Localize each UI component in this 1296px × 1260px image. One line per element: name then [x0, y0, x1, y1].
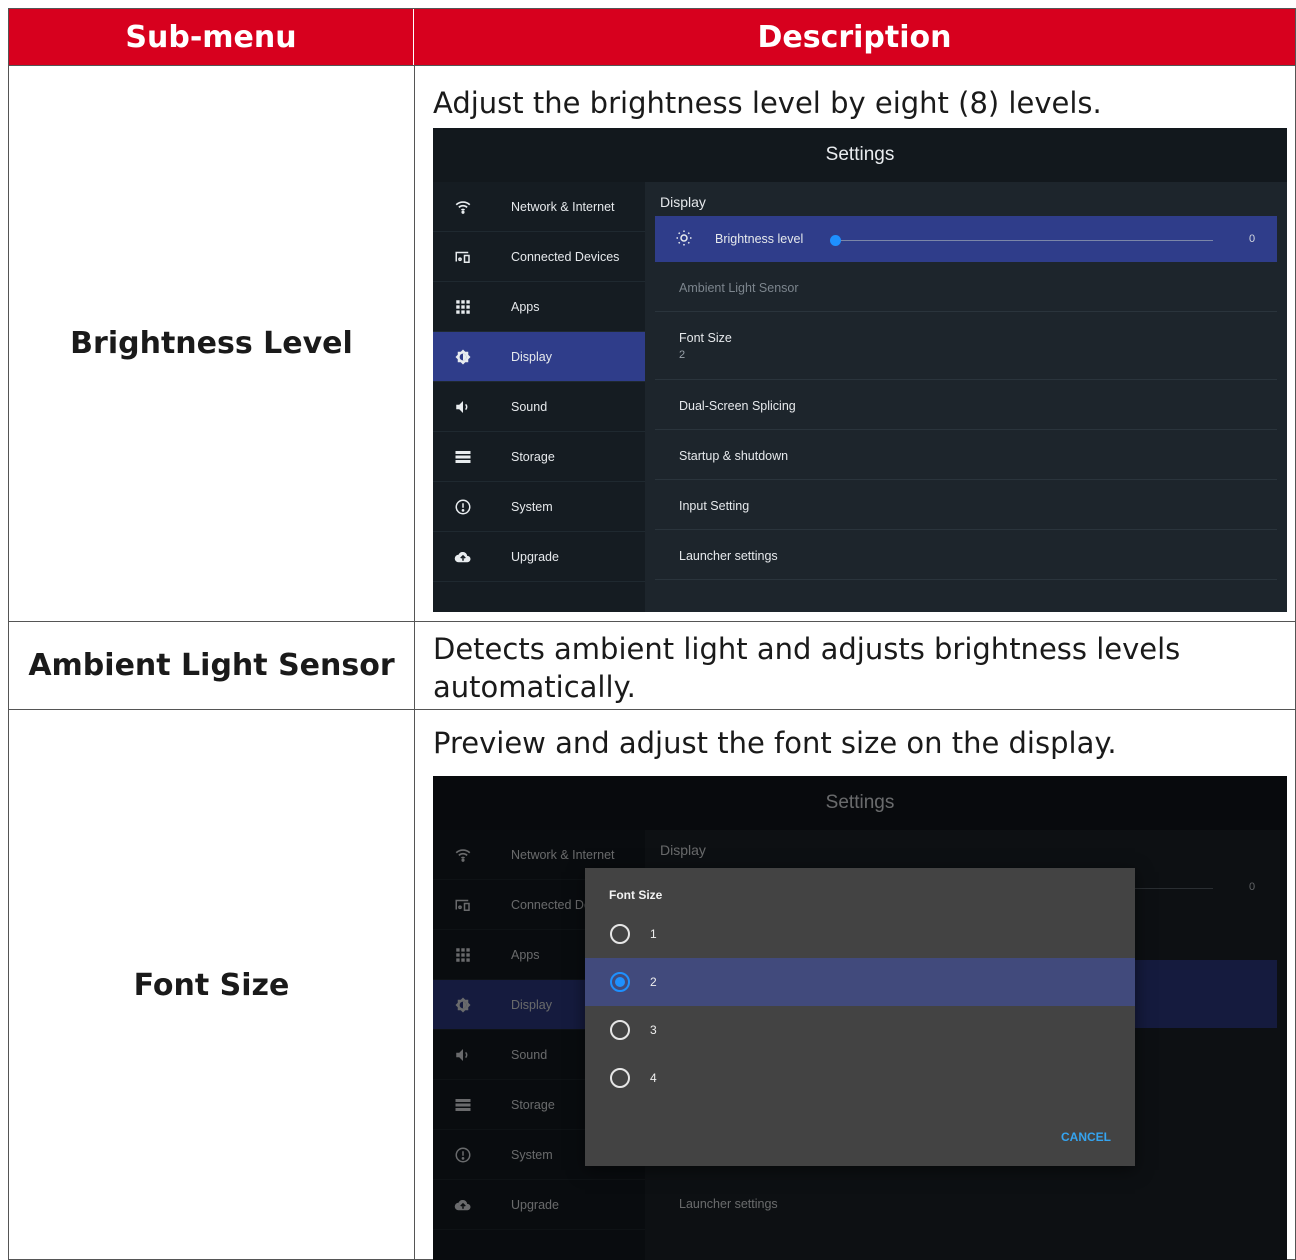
- sidebar-item-connected-devices[interactable]: Connected Devices: [433, 232, 645, 282]
- radio-button-selected[interactable]: [610, 972, 630, 992]
- input-setting-row[interactable]: Input Setting: [655, 480, 1277, 530]
- table-header: Sub-menu Description: [9, 9, 1295, 65]
- sidebar-item-label: Display: [511, 349, 552, 364]
- font-size-dialog: Font Size 1 2 3 4 CANCEL: [585, 868, 1135, 1166]
- font-size-option-1[interactable]: 1: [585, 910, 1135, 958]
- dialog-title: Font Size: [609, 888, 663, 902]
- ambient-light-sensor-label: Ambient Light Sensor: [679, 281, 799, 295]
- brightness-label: Brightness level: [715, 232, 804, 246]
- cancel-button[interactable]: CANCEL: [1061, 1130, 1111, 1144]
- font-size-option-4[interactable]: 4: [585, 1054, 1135, 1102]
- sidebar-item-display[interactable]: Display: [433, 332, 645, 382]
- sidebar-item-label: Upgrade: [511, 549, 559, 564]
- description-text: Preview and adjust the font size on the …: [433, 726, 1117, 760]
- option-label: 2: [650, 975, 657, 989]
- option-label: 3: [650, 1023, 657, 1037]
- info-circle-icon: [433, 482, 493, 532]
- sidebar-item-network[interactable]: Network & Internet: [433, 182, 645, 232]
- sidebar-item-label: Connected Devices: [511, 249, 620, 264]
- submenu-name: Font Size: [133, 968, 290, 1003]
- font-size-option-2[interactable]: 2: [585, 958, 1135, 1006]
- description-text: Adjust the brightness level by eight (8)…: [433, 86, 1102, 120]
- sun-icon: [675, 229, 693, 247]
- cell-submenu: Font Size: [9, 710, 415, 1260]
- header-submenu: Sub-menu: [9, 9, 414, 65]
- sidebar-item-label: Network & Internet: [511, 199, 615, 214]
- apps-grid-icon: [433, 282, 493, 332]
- sidebar-item-label: Storage: [511, 449, 555, 464]
- option-label: 1: [650, 927, 657, 941]
- display-brightness-icon: [433, 332, 493, 382]
- radio-button[interactable]: [610, 1020, 630, 1040]
- ambient-light-sensor-row[interactable]: Ambient Light Sensor: [655, 262, 1277, 312]
- submenu-name: Brightness Level: [70, 326, 353, 361]
- sidebar-item-storage[interactable]: Storage: [433, 432, 645, 482]
- settings-content: Display Brightness level 0 Ambient Light…: [645, 182, 1287, 612]
- description-text: Detects ambient light and adjusts bright…: [433, 632, 1181, 704]
- table-row-ambient: Ambient Light Sensor Detects ambient lig…: [9, 621, 1295, 709]
- radio-button[interactable]: [610, 924, 630, 944]
- settings-title: Settings: [433, 128, 1287, 182]
- sidebar-item-label: System: [511, 499, 553, 514]
- header-description: Description: [757, 19, 952, 55]
- speaker-icon: [433, 382, 493, 432]
- settings-screenshot-font-size: Settings Network & Internet Connected De…: [433, 776, 1287, 1260]
- table-row-brightness: Brightness Level Adjust the brightness l…: [9, 65, 1295, 621]
- sidebar-item-sound[interactable]: Sound: [433, 382, 645, 432]
- cell-submenu: Ambient Light Sensor: [9, 622, 415, 709]
- font-size-value: 2: [679, 349, 686, 361]
- sidebar-item-apps[interactable]: Apps: [433, 282, 645, 332]
- cloud-upload-icon: [433, 532, 493, 582]
- section-title: Display: [660, 194, 706, 210]
- brightness-slider-knob[interactable]: [830, 235, 841, 246]
- option-label: 4: [650, 1071, 657, 1085]
- cell-submenu: Brightness Level: [9, 66, 415, 621]
- input-setting-label: Input Setting: [679, 499, 750, 513]
- sidebar-item-upgrade[interactable]: Upgrade: [433, 532, 645, 582]
- sidebar-item-label: Sound: [511, 399, 548, 414]
- radio-button[interactable]: [610, 1068, 630, 1088]
- font-size-row[interactable]: Font Size 2: [655, 312, 1277, 380]
- wifi-icon: [433, 182, 493, 232]
- launcher-settings-row[interactable]: Launcher settings: [655, 530, 1277, 580]
- settings-screenshot-brightness: Settings Network & Internet Connected De…: [433, 128, 1287, 612]
- sidebar-item-system[interactable]: System: [433, 482, 645, 532]
- submenu-table: Sub-menu Description Brightness Level Ad…: [8, 8, 1296, 1260]
- font-size-label: Font Size: [679, 331, 732, 345]
- launcher-settings-label: Launcher settings: [679, 549, 778, 563]
- settings-sidebar: Network & Internet Connected Devices App…: [433, 182, 645, 612]
- startup-shutdown-row[interactable]: Startup & shutdown: [655, 430, 1277, 480]
- devices-icon: [433, 232, 493, 282]
- brightness-level-row[interactable]: Brightness level 0: [655, 216, 1277, 262]
- brightness-slider[interactable]: [833, 240, 1213, 241]
- brightness-value: 0: [1249, 233, 1256, 245]
- dual-screen-splicing-label: Dual-Screen Splicing: [679, 399, 796, 413]
- dual-screen-splicing-row[interactable]: Dual-Screen Splicing: [655, 380, 1277, 430]
- submenu-name: Ambient Light Sensor: [28, 648, 395, 683]
- startup-shutdown-label: Startup & shutdown: [679, 449, 789, 463]
- table-row-font-size: Font Size Preview and adjust the font si…: [9, 709, 1295, 1260]
- font-size-option-3[interactable]: 3: [585, 1006, 1135, 1054]
- storage-icon: [433, 432, 493, 482]
- sidebar-item-label: Apps: [511, 299, 540, 314]
